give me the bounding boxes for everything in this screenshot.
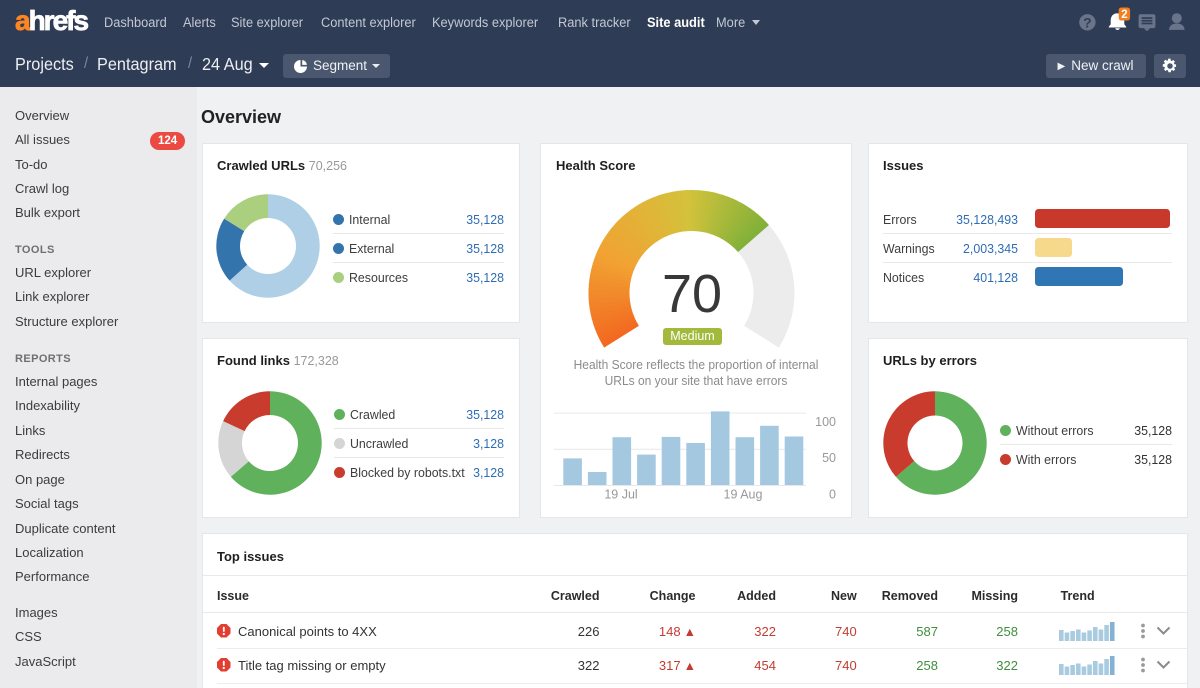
svg-text:0: 0 xyxy=(829,488,836,502)
svg-text:?: ? xyxy=(1083,14,1092,30)
svg-text:2: 2 xyxy=(1121,9,1127,21)
svg-text:100: 100 xyxy=(815,415,836,429)
svg-text:19 Aug: 19 Aug xyxy=(724,488,763,502)
svg-text:50: 50 xyxy=(822,451,836,465)
svg-text:19 Jul: 19 Jul xyxy=(604,488,637,502)
